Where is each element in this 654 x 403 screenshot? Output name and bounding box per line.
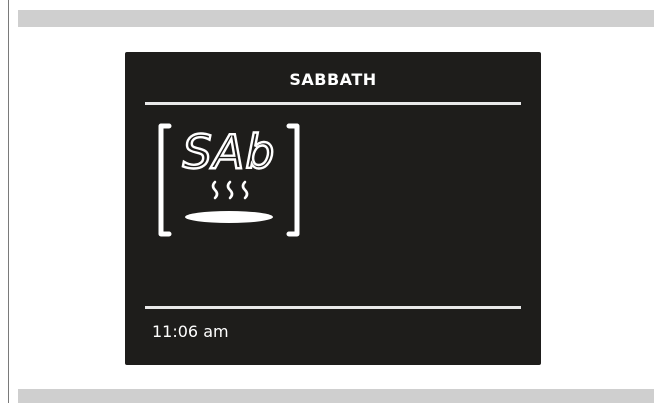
control-screen: SABBATH SAb 11:06 am — [125, 52, 541, 365]
clock-time: 11:06 am — [152, 322, 229, 341]
dish-icon — [185, 211, 273, 223]
mode-code-text: SAb — [183, 125, 276, 179]
footer-divider — [145, 306, 521, 309]
right-bracket-icon — [286, 123, 300, 237]
bottom-bezel-band — [18, 389, 654, 403]
left-bracket-icon — [158, 123, 172, 237]
sabbath-mode-icon: SAb — [158, 123, 300, 237]
title-divider — [145, 102, 521, 105]
oven-display-panel: SABBATH SAb 11:06 am — [0, 0, 654, 403]
steam-icon — [211, 180, 249, 200]
mode-title: SABBATH — [289, 70, 377, 89]
top-bezel-band — [18, 10, 654, 27]
left-border-line — [8, 0, 9, 403]
